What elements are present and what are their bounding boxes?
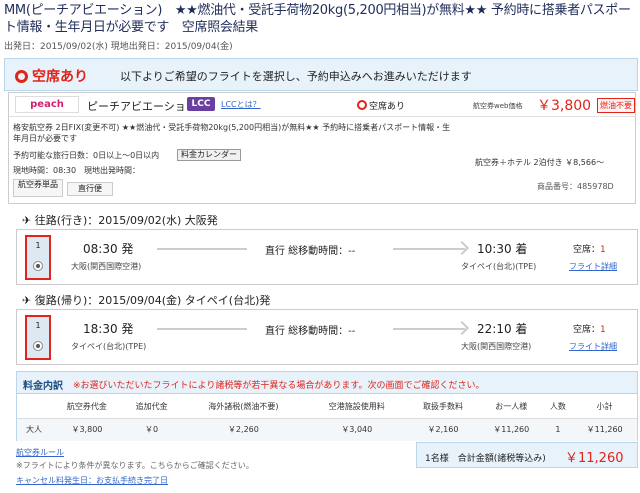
departure-dates: 出発日：2015/09/02(水) 現地出発日：2015/09/04(金) [4,42,233,52]
fare-cell: ￥3,040 [306,418,408,441]
direct-flight-tag: 直行便 [67,182,113,196]
fare-col-header: 追加代金 [122,395,181,419]
fare-title: 料金内訳 [23,381,63,392]
total-price: ￥11,260 [565,451,624,466]
circle-icon [357,100,367,110]
product-number: 商品番号：485978D [537,182,614,191]
inbound-title: ✈ 復路(帰り)：2015/09/04(金) タイペイ(台北)発 [22,294,271,307]
fare-table: 航空券代金 追加代金 海外諸税(燃油不要) 空港施設使用料 取扱手数料 お一人様… [17,395,637,441]
fare-cell: ￥2,260 [180,418,307,441]
departure-airport: 大阪(関西国際空港) [71,262,142,271]
fare-note: ※お選びいただいたフライトにより諸税等が若干異なる場合があります。次の画面でご確… [73,381,485,391]
departure-time: 18:30 発 [83,322,134,336]
fare-card-header: peach ピーチアビエーション LCC LCCとは？ 空席あり 航空券web価… [9,93,635,117]
fare-cell: ￥11,260 [478,418,544,441]
availability-bar: 空席あり 以下よりご希望のフライトを選択し、予約申込みへお進みいただけます [4,58,638,91]
fare-card: peach ピーチアビエーション LCC LCCとは？ 空席あり 航空券web価… [8,92,636,204]
seat-status: 空席あり [357,99,405,112]
arrival-time: 10:30 着 [477,242,528,256]
arrival-time: 22:10 着 [477,322,528,336]
seats-available: 空席：1 [573,325,606,335]
ticket-rules-link[interactable]: 航空券ルール [16,447,64,458]
fuel-free-badge: 燃油不要 [597,98,635,113]
fare-cell: ￥3,800 [51,418,123,441]
route-type: 直行 総移動時間：-- [265,246,356,257]
ticket-rules-note: ※フライトにより条件が異なります。こちらからご確認ください。 [16,461,254,470]
fare-col-header: 人数 [543,395,573,419]
lcc-info-link[interactable]: LCCとは？ [221,99,261,110]
flight-radio[interactable] [33,261,43,271]
route-line [157,328,247,330]
airline-name: ピーチアビエーション [87,100,197,113]
price-label: 航空券web価格 [473,102,523,110]
fare-col-header: 海外諸税(燃油不要) [180,395,307,419]
route-line [393,328,465,330]
availability-message: 以下よりご希望のフライトを選択し、予約申込みへお進みいただけます [120,70,472,83]
airline-logo: peach [15,96,79,113]
inbound-flight: 1 18:30 発 タイペイ(台北)(TPE) 直行 総移動時間：-- 22:1… [16,309,638,365]
fare-col-header: 空港施設使用料 [306,395,408,419]
outbound-title: ✈ 往路(行き)：2015/09/02(水) 大阪発 [22,214,218,227]
circle-icon [15,70,28,83]
flight-detail-link[interactable]: フライト詳細 [569,261,617,272]
departure-airport: タイペイ(台北)(TPE) [71,342,147,351]
arrival-airport: タイペイ(台北)(TPE) [461,262,537,271]
arrow-icon [454,240,470,256]
arrival-airport: 大阪(関西国際空港) [461,342,532,351]
fare-cell: 大人 [17,418,51,441]
departure-time: 08:30 発 [83,242,134,256]
hotel-package-link[interactable]: 航空券＋ホテル 2泊付き ￥8,566〜 [475,157,604,168]
fare-breakdown: 料金内訳 ※お選びいただいたフライトにより諸税等が若干異なる場合があります。次の… [16,371,638,441]
outbound-select[interactable]: 1 [25,235,51,280]
flight-number: 1 [35,321,41,330]
price: ￥3,800 [537,98,592,114]
seats-available: 空席：1 [573,245,606,255]
travel-period: 予約可能な旅行日数：0日以上〜0日以内 [13,151,160,160]
total-label: 1名様 合計金額(諸税等込み) [425,454,546,464]
route-type: 直行 総移動時間：-- [265,326,356,337]
fare-col-header [17,395,51,419]
fare-breakdown-header: 料金内訳 ※お選びいただいたフライトにより諸税等が若干異なる場合があります。次の… [17,372,637,394]
outbound-flight: 1 08:30 発 大阪(関西国際空港) 直行 総移動時間：-- 10:30 着… [16,229,638,285]
total-box: 1名様 合計金額(諸税等込み) ￥11,260 [416,442,638,468]
fare-col-header: 取扱手数料 [407,395,479,419]
fare-col-header: お一人様 [478,395,544,419]
fare-col-header: 航空券代金 [51,395,123,419]
fare-calendar-button[interactable]: 料金カレンダー [177,149,241,161]
cancel-fee-link[interactable]: キャンセル料発生日：お支払手続き完了日 [16,475,168,486]
flight-number: 1 [35,241,41,250]
fare-cell: ￥2,160 [407,418,479,441]
flight-detail-link[interactable]: フライト詳細 [569,341,617,352]
ticket-only-tag: 航空券単品 [13,179,63,197]
fare-cell: 1 [543,418,573,441]
departure-times: 現地時間：08:30 現地出発時間： [13,166,141,175]
availability-status: 空席あり [15,66,88,86]
route-line [393,248,465,250]
arrow-icon [454,320,470,336]
inbound-select[interactable]: 1 [25,315,51,360]
fare-col-header: 小計 [572,395,637,419]
route-line [157,248,247,250]
page-title: MM(ピーチアビエーション) ★★燃油代・受託手荷物20kg(5,200円相当)… [4,3,631,35]
flight-radio[interactable] [33,341,43,351]
lcc-badge: LCC [187,97,215,111]
fare-description: 格安航空券 2日FIX(変更不可) ★★燃油代・受託手荷物20kg(5,200円… [13,123,451,143]
fare-header-row: 航空券代金 追加代金 海外諸税(燃油不要) 空港施設使用料 取扱手数料 お一人様… [17,395,637,419]
table-row: 大人 ￥3,800 ￥0 ￥2,260 ￥3,040 ￥2,160 ￥11,26… [17,418,637,441]
fare-cell: ￥11,260 [572,418,637,441]
fare-cell: ￥0 [122,418,181,441]
